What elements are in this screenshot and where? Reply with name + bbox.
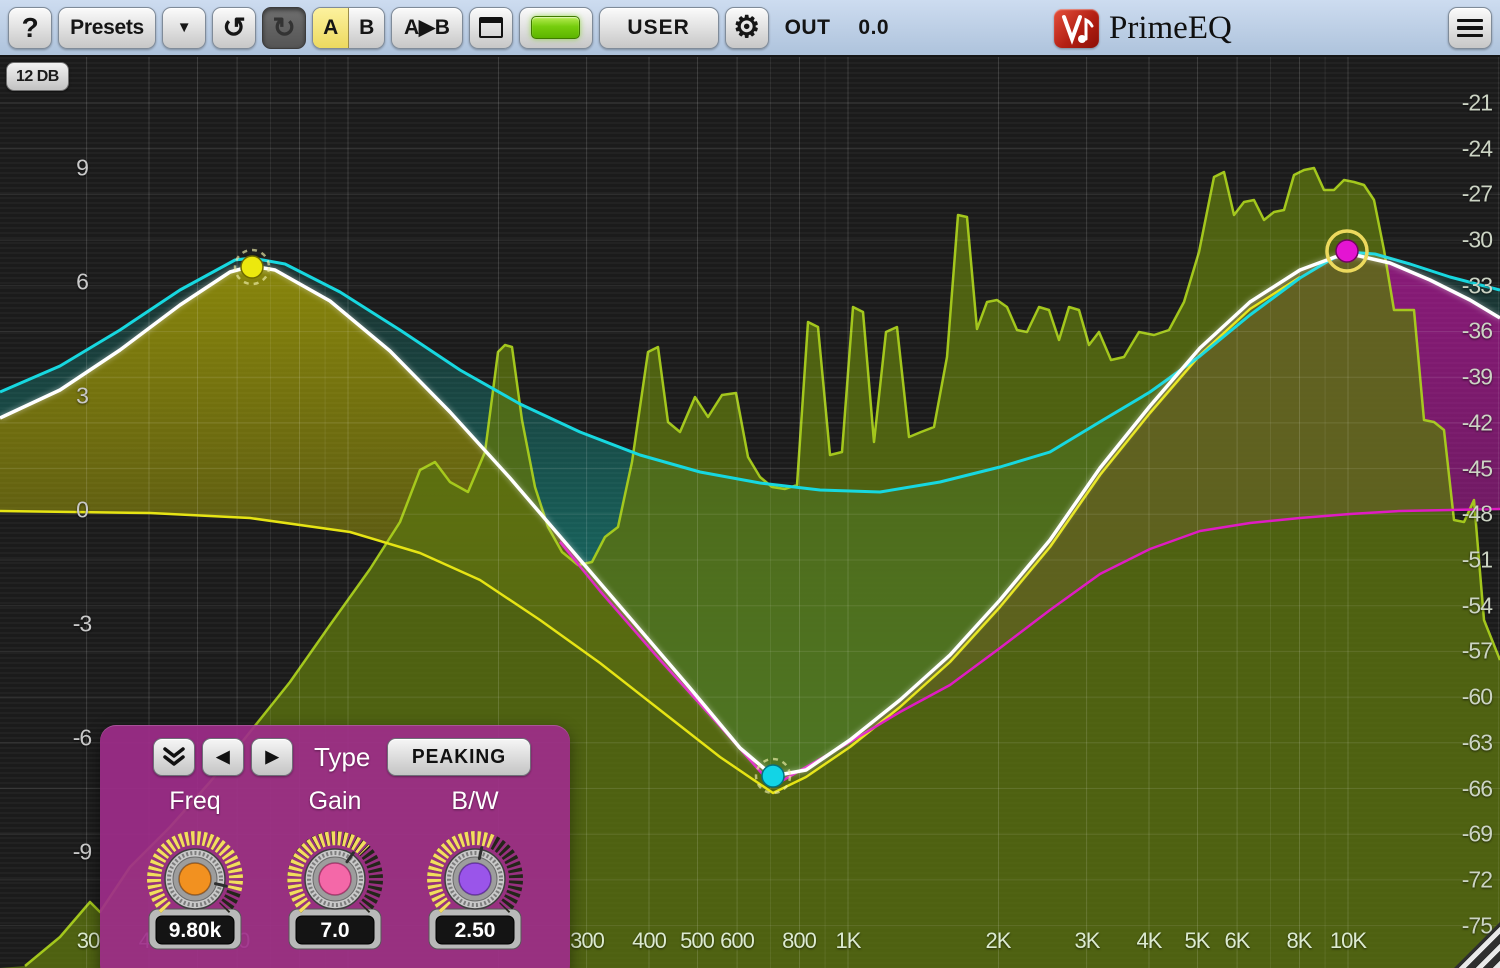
knob-row: Freq 9.80k G <box>125 787 545 953</box>
freq-value[interactable]: 9.80k <box>169 919 222 942</box>
menu-button[interactable] <box>1448 7 1492 49</box>
presets-label: Presets <box>70 16 144 40</box>
undo-icon: ↺ <box>222 11 245 44</box>
double-chevron-down-icon <box>161 746 187 768</box>
next-icon: ▶ <box>265 747 278 767</box>
freq-knob[interactable]: 9.80k <box>135 821 255 953</box>
redo-button[interactable]: ↻ <box>262 7 306 49</box>
ab-copy-label: A▶B <box>404 15 450 40</box>
filter-type-button[interactable]: PEAKING <box>387 738 531 776</box>
freq-knob-label: Freq <box>169 787 220 821</box>
panel-header: ◀ ▶ Type PEAKING <box>100 738 570 776</box>
undo-button[interactable]: ↺ <box>212 7 256 49</box>
presets-button[interactable]: Presets <box>58 7 156 49</box>
ab-a-label: A <box>323 16 338 40</box>
user-label: USER <box>627 16 689 40</box>
gear-icon: ⚙ <box>733 10 760 45</box>
gain-value[interactable]: 7.0 <box>320 919 349 942</box>
bw-knob-label: B/W <box>451 787 498 821</box>
primeeq-window: ? Presets ▼ ↺ ↻ A B A▶B USER ⚙ OUT 0.0 P… <box>0 0 1500 968</box>
led-on-icon <box>531 16 580 39</box>
eq-graph-area: 9630-3-6-9 -21-24-27-30-33-36-39-42-45-4… <box>0 57 1500 968</box>
chevron-down-icon: ▼ <box>177 19 192 36</box>
hamburger-icon <box>1457 19 1483 38</box>
presets-dropdown-button[interactable]: ▼ <box>162 7 206 49</box>
next-band-button[interactable]: ▶ <box>251 738 293 776</box>
redo-icon: ↻ <box>272 11 295 44</box>
help-button[interactable]: ? <box>8 7 52 49</box>
app-title: PrimeEQ <box>1109 10 1232 47</box>
ab-b-label: B <box>359 16 374 40</box>
db-range-button[interactable]: 12 DB <box>6 62 69 91</box>
db-range-label: 12 DB <box>16 68 59 86</box>
bypass-led-button[interactable] <box>519 7 593 49</box>
gain-knob-group: Gain 7.0 <box>265 787 405 953</box>
settings-button[interactable]: ⚙ <box>725 7 769 49</box>
gain-knob-label: Gain <box>309 787 362 821</box>
bw-knob[interactable]: 2.50 <box>415 821 535 953</box>
bw-knob-group: B/W 2.50 <box>405 787 545 953</box>
type-label: Type <box>314 742 370 773</box>
prev-band-button[interactable]: ◀ <box>202 738 244 776</box>
bw-value[interactable]: 2.50 <box>455 919 496 942</box>
window-mode-button[interactable] <box>469 7 513 49</box>
voxengo-logo-icon[interactable] <box>1054 9 1099 48</box>
ab-toggle-a[interactable]: A <box>313 7 349 49</box>
window-icon <box>479 17 503 38</box>
toolbar: ? Presets ▼ ↺ ↻ A B A▶B USER ⚙ OUT 0.0 P… <box>0 0 1500 57</box>
ab-toggle-b[interactable]: B <box>349 7 384 49</box>
band-edit-panel: ◀ ▶ Type PEAKING Freq <box>100 725 570 968</box>
help-icon: ? <box>22 12 39 44</box>
out-label: OUT <box>785 16 831 40</box>
ab-toggle: A B <box>312 7 385 49</box>
filter-type-value: PEAKING <box>412 746 506 769</box>
out-value[interactable]: 0.0 <box>858 16 889 40</box>
freq-knob-group: Freq 9.80k <box>125 787 265 953</box>
prev-icon: ◀ <box>216 747 229 767</box>
brand: PrimeEQ <box>1054 0 1232 57</box>
user-mode-button[interactable]: USER <box>599 7 719 49</box>
collapse-panel-button[interactable] <box>153 738 195 776</box>
ab-copy-button[interactable]: A▶B <box>391 7 463 49</box>
gain-knob[interactable]: 7.0 <box>275 821 395 953</box>
